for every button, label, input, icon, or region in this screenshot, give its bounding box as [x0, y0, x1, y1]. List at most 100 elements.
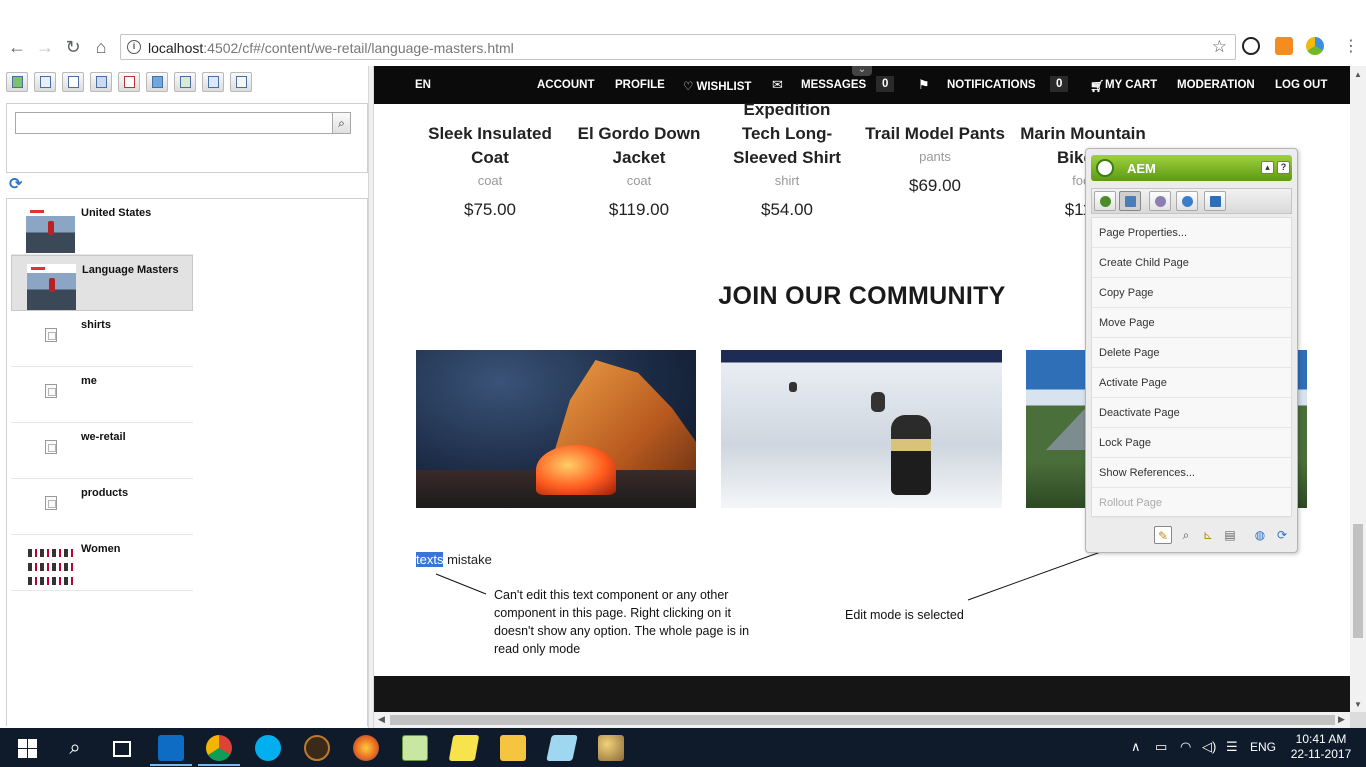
toolbar-calendar-icon[interactable]	[118, 72, 140, 92]
horizontal-scrollbar[interactable]: ◀ ▶	[374, 712, 1350, 728]
collapse-icon[interactable]: ▴	[1261, 161, 1274, 174]
nav-account[interactable]: ACCOUNT	[537, 79, 595, 91]
selected-text[interactable]: texts	[416, 552, 444, 567]
nav-cart[interactable]: MY CART	[1105, 79, 1157, 91]
tree-item[interactable]: we-retail	[11, 423, 193, 479]
toolbar-globe-icon[interactable]	[146, 72, 168, 92]
sidekick-menu-item[interactable]: Copy Page	[1092, 278, 1291, 308]
home-icon[interactable]: ⌂	[90, 36, 112, 58]
product-name[interactable]: Trail Model Pants	[860, 122, 1010, 146]
tree-item-title[interactable]: we-retail	[81, 431, 126, 443]
tree-item[interactable]: United States	[11, 199, 193, 255]
community-photo-climbing[interactable]	[721, 350, 1002, 508]
toolbar-copy-icon[interactable]	[90, 72, 112, 92]
outlook-icon[interactable]	[150, 735, 192, 766]
product-name[interactable]: Sleek Insulated Coat	[415, 122, 565, 170]
tab-versioning-icon[interactable]	[1176, 191, 1198, 211]
chevron-down-icon[interactable]: ⌄	[852, 66, 872, 76]
eclipse-icon[interactable]	[304, 735, 330, 761]
tree-item-title[interactable]: Language Masters	[82, 264, 179, 276]
scroll-left-icon[interactable]: ◀	[378, 714, 385, 725]
tree-item[interactable]: Women	[11, 535, 193, 591]
url-text[interactable]: localhost:4502/cf#/content/we-retail/lan…	[148, 40, 514, 56]
extension-icon[interactable]	[1306, 37, 1324, 55]
nav-profile[interactable]: PROFILE	[615, 79, 665, 91]
sidekick-menu-item[interactable]: Lock Page	[1092, 428, 1291, 458]
scroll-down-icon[interactable]: ▼	[1354, 700, 1362, 709]
back-icon[interactable]: ←	[6, 36, 28, 58]
scroll-thumb[interactable]	[1353, 524, 1363, 638]
toolbar-tree-icon[interactable]	[202, 72, 224, 92]
chrome-icon[interactable]	[198, 735, 240, 766]
reload-icon[interactable]: ↻	[62, 36, 84, 58]
address-bar[interactable]: i localhost:4502/cf#/content/we-retail/l…	[120, 34, 1236, 60]
nav-moderation[interactable]: MODERATION	[1177, 79, 1255, 91]
paint-icon[interactable]	[598, 735, 624, 761]
tab-workflow-icon[interactable]	[1204, 191, 1226, 211]
scaffolding-icon[interactable]: ▤	[1221, 526, 1239, 544]
tree-item-title[interactable]: shirts	[81, 319, 111, 331]
refresh-sidekick-icon[interactable]: ⟳	[1273, 526, 1291, 544]
text-component[interactable]: texts mistake	[416, 552, 492, 567]
task-view-icon[interactable]	[108, 735, 134, 761]
design-mode-ruler-icon[interactable]: ⊾	[1199, 526, 1217, 544]
nav-notifications[interactable]: NOTIFICATIONS	[947, 79, 1036, 91]
product-card[interactable]: Trail Model Pants pants $69.00	[860, 122, 1010, 196]
help-icon[interactable]: ?	[1277, 161, 1290, 174]
preview-magnifier-icon[interactable]: ⌕	[1177, 526, 1195, 544]
app-icon[interactable]	[546, 735, 578, 761]
nav-logout[interactable]: LOG OUT	[1275, 79, 1327, 91]
community-photo-camping[interactable]	[416, 350, 696, 508]
edit-mode-pencil-icon[interactable]: ✎	[1154, 526, 1172, 544]
firefox-icon[interactable]	[353, 735, 379, 761]
tree-item[interactable]: shirts	[11, 311, 193, 367]
scroll-thumb[interactable]	[390, 715, 1335, 725]
menu-icon[interactable]: ⋮	[1340, 36, 1362, 58]
forward-icon[interactable]: →	[34, 36, 56, 58]
scroll-up-icon[interactable]: ▲	[1354, 70, 1362, 79]
sidekick-menu-item[interactable]: Create Child Page	[1092, 248, 1291, 278]
product-card[interactable]: Expedition Tech Long-Sleeved Shirt shirt…	[712, 98, 862, 220]
nav-wishlist[interactable]: ♡ WISHLIST	[683, 79, 751, 93]
notepad-plus-icon[interactable]	[402, 735, 428, 761]
sidekick-menu-item[interactable]: Move Page	[1092, 308, 1291, 338]
search-icon[interactable]: ⌕	[333, 112, 351, 134]
info-icon[interactable]: i	[127, 40, 141, 54]
wifi-icon[interactable]: ◠	[1180, 739, 1191, 755]
language-indicator[interactable]: ENG	[1250, 740, 1276, 754]
tab-page-icon[interactable]	[1119, 191, 1141, 211]
toolbar-edit-icon[interactable]	[34, 72, 56, 92]
product-name-top[interactable]: Expedition	[712, 98, 862, 122]
bookmark-star-icon[interactable]: ☆	[1212, 37, 1227, 57]
toolbar-tag-icon[interactable]	[230, 72, 252, 92]
tree-item[interactable]: me	[11, 367, 193, 423]
website-globe-icon[interactable]: ◍	[1251, 526, 1269, 544]
sidekick-menu-item[interactable]: Deactivate Page	[1092, 398, 1291, 428]
vertical-scrollbar[interactable]: ▲ ▼	[1350, 66, 1366, 712]
tree-item-title[interactable]: products	[81, 487, 128, 499]
tree-item[interactable]: Language Masters	[11, 255, 193, 311]
refresh-icon[interactable]: ⟳	[9, 177, 25, 193]
sidekick-menu-item[interactable]: Show References...	[1092, 458, 1291, 488]
sidekick-header[interactable]: AEM ▴ ?	[1091, 155, 1292, 181]
tree-item-title[interactable]: Women	[81, 543, 121, 555]
tab-information-icon[interactable]	[1149, 191, 1171, 211]
search-input[interactable]	[15, 112, 333, 134]
tray-chevron-icon[interactable]: ∧	[1131, 739, 1141, 755]
file-explorer-icon[interactable]	[500, 735, 526, 761]
sidekick-menu-item[interactable]: Page Properties...	[1092, 218, 1291, 248]
tree-item[interactable]: products	[11, 479, 193, 535]
rss-icon[interactable]	[1275, 37, 1293, 55]
nav-messages[interactable]: MESSAGES	[801, 79, 866, 91]
product-name[interactable]: Tech Long-Sleeved Shirt	[712, 122, 862, 170]
product-card[interactable]: El Gordo Down Jacket coat $119.00	[564, 122, 714, 220]
nav-lang[interactable]: EN	[415, 79, 431, 91]
sticky-notes-icon[interactable]	[448, 735, 480, 761]
toolbar-page-icon[interactable]	[62, 72, 84, 92]
tab-components-icon[interactable]	[1094, 191, 1116, 211]
battery-icon[interactable]: ▭	[1155, 739, 1167, 755]
toolbar-new-page-icon[interactable]	[6, 72, 28, 92]
aem-sidekick[interactable]: AEM ▴ ? Page Properties... Create Child P…	[1085, 148, 1298, 553]
product-card[interactable]: Sleek Insulated Coat coat $75.00	[415, 122, 565, 220]
product-name[interactable]: El Gordo Down Jacket	[564, 122, 714, 170]
